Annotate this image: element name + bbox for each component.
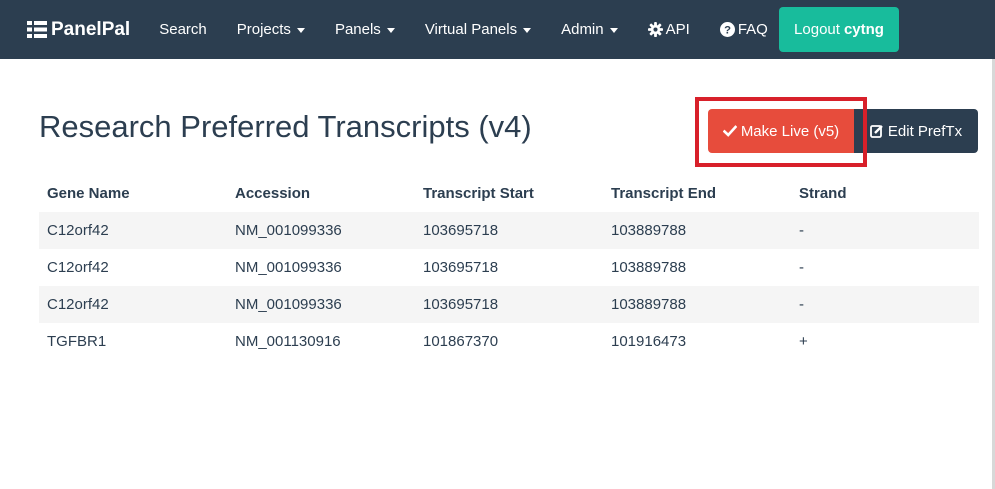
table-row: C12orf42 NM_001099336 103695718 10388978… — [39, 212, 979, 249]
make-live-button[interactable]: Make Live (v5) — [708, 109, 854, 153]
gear-icon — [647, 22, 663, 37]
logout-label: Logout — [794, 21, 840, 38]
caret-down-icon — [523, 28, 532, 33]
nav-faq-label: FAQ — [737, 21, 768, 38]
table-row: TGFBR1 NM_001130916 101867370 101916473 … — [39, 323, 979, 360]
table-header-row: Gene Name Accession Transcript Start Tra… — [39, 175, 979, 212]
check-icon — [722, 125, 737, 137]
cell-transcript-end: 103889788 — [611, 259, 687, 276]
cell-transcript-start: 103695718 — [415, 286, 603, 323]
cell-gene-name: C12orf42 — [39, 212, 227, 249]
nav-panels-dropdown[interactable]: Panels — [335, 21, 395, 38]
logout-username: cytng — [843, 21, 884, 38]
cell-strand: - — [791, 286, 979, 323]
cell-transcript-start: 103695718 — [415, 212, 603, 249]
page-title: Research Preferred Transcripts (v4) — [39, 109, 532, 144]
brand-link[interactable]: PanelPal — [27, 19, 130, 41]
cell-strand: + — [799, 333, 808, 350]
cell-accession: NM_001099336 — [235, 259, 342, 276]
nav-faq[interactable]: ? FAQ — [719, 21, 768, 38]
cell-transcript-start: 101867370 — [423, 333, 499, 350]
caret-down-icon — [609, 28, 618, 33]
table-row: C12orf42 NM_001099336 103695718 10388978… — [39, 249, 979, 286]
cell-transcript-end: 103889788 — [603, 286, 791, 323]
nav-panels-label: Panels — [334, 21, 381, 38]
column-header-transcript-end[interactable]: Transcript End — [603, 175, 791, 212]
top-navbar: PanelPal Search Projects Panels Virtual … — [0, 0, 995, 59]
cell-gene-name: C12orf42 — [47, 259, 109, 276]
logout-button[interactable]: Logout cytng — [779, 7, 899, 52]
column-header-accession[interactable]: Accession — [227, 175, 415, 212]
table-row: C12orf42 NM_001099336 103695718 10388978… — [39, 286, 979, 323]
nav-api[interactable]: API — [647, 21, 690, 38]
cell-transcript-end: 101916473 — [611, 333, 687, 350]
question-circle-icon: ? — [719, 22, 735, 37]
caret-down-icon — [296, 28, 305, 33]
cell-accession: NM_001099336 — [227, 286, 415, 323]
nav-projects-dropdown[interactable]: Projects — [237, 21, 305, 38]
edit-preftx-label: Edit PrefTx — [887, 122, 963, 140]
column-header-strand[interactable]: Strand — [791, 175, 979, 212]
svg-text:?: ? — [724, 25, 731, 37]
cell-accession: NM_001099336 — [227, 212, 415, 249]
cell-strand: - — [799, 259, 804, 276]
cell-gene-name: TGFBR1 — [47, 333, 107, 350]
nav-search[interactable]: Search — [159, 21, 207, 38]
nav-search-label: Search — [159, 21, 207, 38]
list-icon — [27, 21, 47, 38]
cell-strand: - — [791, 212, 979, 249]
brand-label: PanelPal — [51, 18, 131, 40]
make-live-label: Make Live (v5) — [740, 122, 840, 140]
nav-api-label: API — [665, 21, 690, 38]
nav-admin-dropdown[interactable]: Admin — [561, 21, 618, 38]
nav-projects-label: Projects — [236, 21, 291, 38]
cell-transcript-end: 103889788 — [603, 212, 791, 249]
column-header-transcript-start[interactable]: Transcript Start — [415, 175, 603, 212]
nav-virtual-panels-dropdown[interactable]: Virtual Panels — [424, 21, 532, 38]
cell-accession: NM_001130916 — [235, 333, 341, 350]
edit-icon — [870, 125, 883, 138]
edit-preftx-button[interactable]: Edit PrefTx — [854, 109, 978, 153]
nav-virtual-panels-label: Virtual Panels — [424, 21, 518, 38]
cell-gene-name: C12orf42 — [39, 286, 227, 323]
cell-transcript-start: 103695718 — [423, 259, 499, 276]
nav-admin-label: Admin — [561, 21, 604, 38]
caret-down-icon — [386, 28, 395, 33]
column-header-gene-name[interactable]: Gene Name — [39, 175, 227, 212]
transcripts-table: Gene Name Accession Transcript Start Tra… — [39, 175, 979, 360]
